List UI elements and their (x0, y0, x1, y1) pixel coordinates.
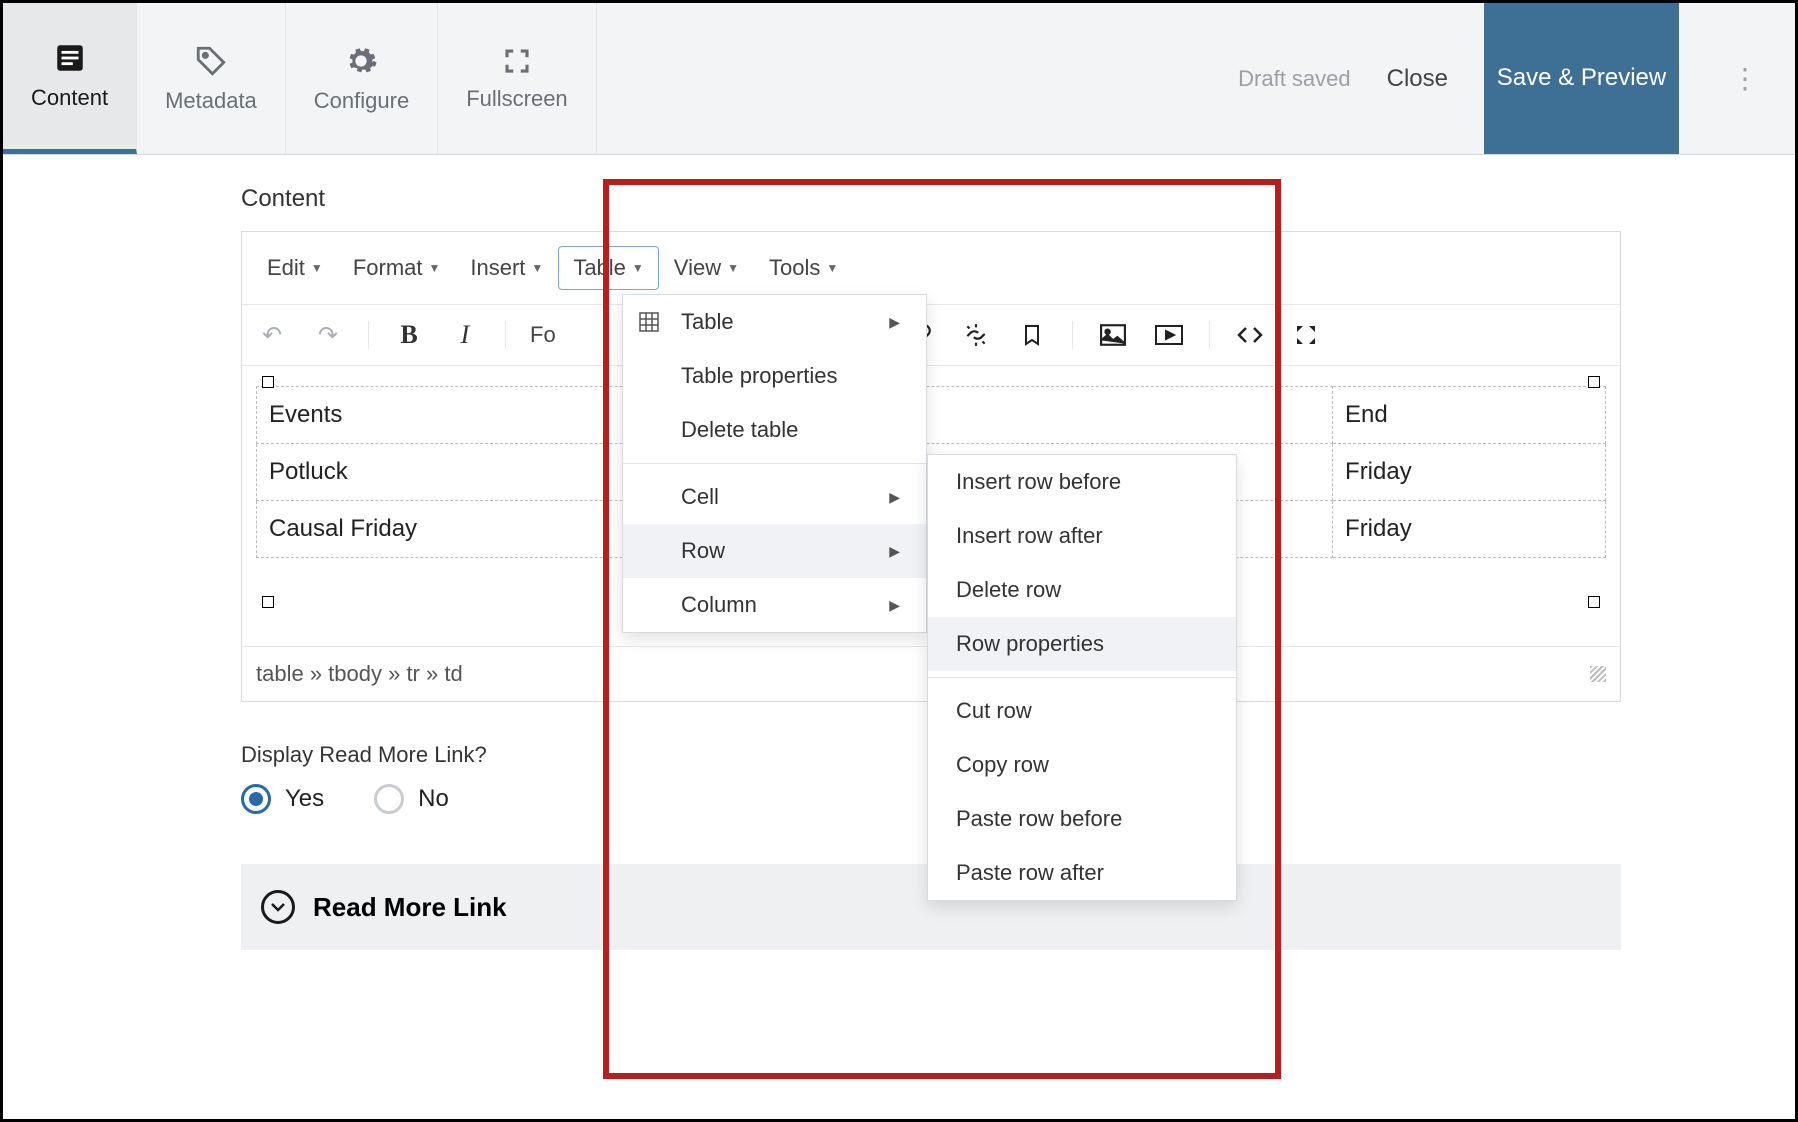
editor-menubar: Edit▼ Format▼ Insert▼ Table▼ View▼ Tools… (242, 232, 1620, 305)
italic-button[interactable]: I (449, 319, 481, 351)
editor-toolbar: ↶ ↷ B I Fo (242, 305, 1620, 366)
menu-item-row[interactable]: Row▶ (623, 524, 926, 578)
caret-down-icon: ▼ (311, 261, 323, 275)
more-menu-button[interactable]: ⋮ (1715, 62, 1775, 95)
caret-down-icon: ▼ (429, 261, 441, 275)
menu-item-paste-row-before[interactable]: Paste row before (928, 792, 1236, 846)
caret-down-icon: ▼ (826, 261, 838, 275)
chevron-down-icon (261, 890, 295, 924)
bold-button[interactable]: B (393, 319, 425, 351)
top-toolbar: Content Metadata Configure Fullscreen Dr… (3, 3, 1795, 155)
submenu-arrow-icon: ▶ (889, 543, 900, 560)
tab-content[interactable]: Content (3, 3, 137, 154)
menu-item-paste-row-after[interactable]: Paste row after (928, 846, 1236, 900)
table-dropdown: Table ▶ Table properties Delete table Ce… (622, 294, 927, 633)
menu-item-delete-table[interactable]: Delete table (623, 403, 926, 457)
menu-item-cut-row[interactable]: Cut row (928, 684, 1236, 738)
tab-label: Configure (314, 88, 409, 114)
radio-yes[interactable]: Yes (241, 784, 324, 814)
caret-down-icon: ▼ (531, 261, 543, 275)
menu-item-copy-row[interactable]: Copy row (928, 738, 1236, 792)
menu-format[interactable]: Format▼ (338, 246, 456, 290)
submenu-arrow-icon: ▶ (889, 489, 900, 506)
content-icon (53, 41, 87, 75)
menu-item-insert-row-after[interactable]: Insert row after (928, 509, 1236, 563)
submenu-arrow-icon: ▶ (889, 314, 900, 331)
menu-item-table[interactable]: Table ▶ (623, 295, 926, 349)
menu-edit[interactable]: Edit▼ (252, 246, 338, 290)
redo-button[interactable]: ↷ (312, 319, 344, 351)
tab-label: Content (31, 85, 108, 111)
menu-table[interactable]: Table▼ (558, 246, 658, 290)
main-area: Content Edit▼ Format▼ Insert▼ Table▼ Vie… (3, 155, 1795, 950)
menu-item-column[interactable]: Column▶ (623, 578, 926, 632)
resize-handle[interactable] (1588, 596, 1600, 608)
radio-no[interactable]: No (374, 784, 449, 814)
caret-down-icon: ▼ (727, 261, 739, 275)
table-row: Events Start End (257, 387, 1606, 444)
row-submenu: Insert row before Insert row after Delet… (927, 454, 1237, 901)
close-button[interactable]: Close (1387, 65, 1448, 93)
bookmark-button[interactable] (1016, 319, 1048, 351)
tab-configure[interactable]: Configure (286, 3, 438, 154)
tab-label: Fullscreen (466, 86, 567, 112)
table-cell[interactable]: Friday (1333, 444, 1606, 501)
format-dropdown[interactable]: Fo (530, 322, 556, 348)
fullscreen-icon (502, 46, 532, 76)
gear-icon (344, 44, 378, 78)
menu-view[interactable]: View▼ (659, 246, 754, 290)
menu-insert[interactable]: Insert▼ (455, 246, 558, 290)
caret-down-icon: ▼ (632, 261, 644, 275)
section-title: Content (241, 185, 1795, 213)
menu-item-delete-row[interactable]: Delete row (928, 563, 1236, 617)
tab-fullscreen[interactable]: Fullscreen (438, 3, 596, 154)
table-cell[interactable]: Friday (1333, 501, 1606, 558)
resize-handle[interactable] (262, 596, 274, 608)
menu-tools[interactable]: Tools▼ (754, 246, 853, 290)
menu-item-cell[interactable]: Cell▶ (623, 470, 926, 524)
save-preview-button[interactable]: Save & Preview (1484, 3, 1679, 154)
tag-icon (194, 44, 228, 78)
draft-saved-status: Draft saved (1238, 66, 1351, 92)
media-button[interactable] (1153, 319, 1185, 351)
rich-text-editor: Edit▼ Format▼ Insert▼ Table▼ View▼ Tools… (241, 231, 1621, 702)
resize-grip[interactable] (1590, 666, 1606, 682)
menu-item-insert-row-before[interactable]: Insert row before (928, 455, 1236, 509)
table-cell[interactable]: End (1333, 387, 1606, 444)
undo-button[interactable]: ↶ (256, 319, 288, 351)
submenu-arrow-icon: ▶ (889, 597, 900, 614)
menu-item-row-properties[interactable]: Row properties (928, 617, 1236, 671)
image-button[interactable] (1097, 319, 1129, 351)
expand-button[interactable] (1290, 319, 1322, 351)
element-path[interactable]: table » tbody » tr » td (256, 661, 463, 687)
menu-item-table-properties[interactable]: Table properties (623, 349, 926, 403)
table-icon (639, 312, 659, 332)
code-button[interactable] (1234, 319, 1266, 351)
unlink-button[interactable] (960, 319, 992, 351)
tab-metadata[interactable]: Metadata (137, 3, 286, 154)
tab-label: Metadata (165, 88, 257, 114)
